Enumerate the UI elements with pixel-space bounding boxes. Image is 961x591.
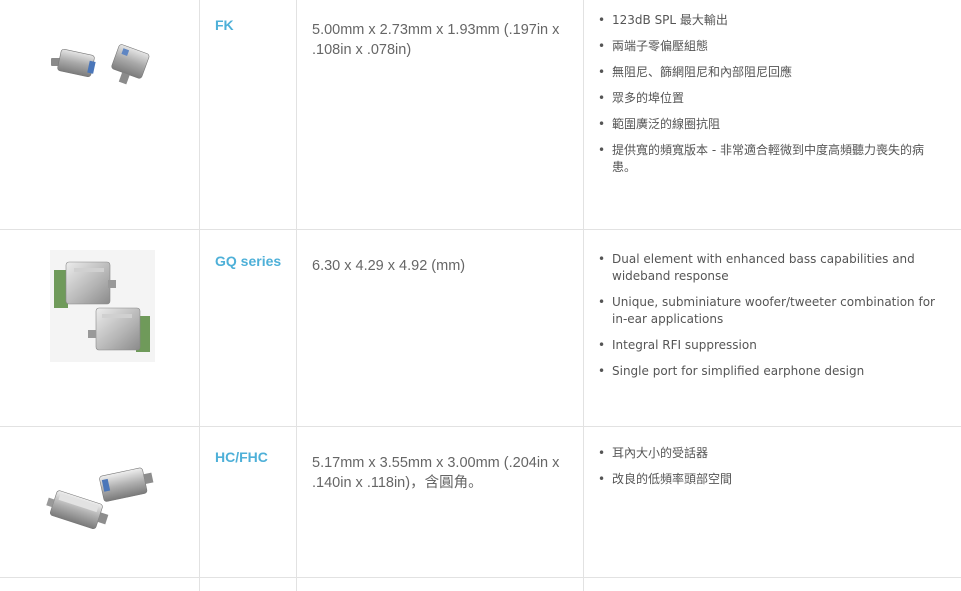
- list-item: • Single port for simplified earphone des…: [597, 363, 942, 380]
- feature-text: 無阻尼、篩網阻尼和內部阻尼回應: [612, 65, 793, 79]
- feature-text: 兩端子零偏壓組態: [612, 39, 709, 53]
- list-item: • 無阻尼、篩網阻尼和內部阻尼回應: [597, 64, 942, 81]
- model-name: HC/FHC: [215, 449, 268, 465]
- column-divider: [583, 578, 584, 591]
- product-table: FK 5.00mm x 2.73mm x 1.93mm (.197in x .1…: [0, 0, 961, 591]
- dimensions-text: 5.17mm x 3.55mm x 3.00mm (.204in x .140i…: [312, 455, 560, 491]
- bullet: •: [598, 252, 606, 266]
- feature-text: Single port for simplified earphone desi…: [612, 364, 865, 378]
- dimensions-text: 5.00mm x 2.73mm x 1.93mm (.197in x .108i…: [312, 22, 560, 58]
- bullet: •: [598, 91, 606, 105]
- feature-text: 眾多的埠位置: [612, 91, 685, 105]
- list-item: • 兩端子零偏壓組態: [597, 38, 942, 55]
- feature-list: • 耳內大小的受話器 • 改良的低頻率頭部空間: [597, 445, 942, 497]
- product-image-gq: [0, 230, 199, 426]
- table-row: GQ series 6.30 x 4.29 x 4.92 (mm) • Dual …: [0, 230, 961, 427]
- feature-text: Integral RFI suppression: [612, 338, 757, 352]
- feature-text: 耳內大小的受話器: [612, 446, 709, 460]
- list-item: • 改良的低頻率頭部空間: [597, 471, 942, 488]
- bullet: •: [598, 65, 606, 79]
- column-divider: [296, 0, 297, 229]
- list-item: • Integral RFI suppression: [597, 337, 942, 354]
- list-item: • Dual element with enhanced bass capabil…: [597, 251, 942, 285]
- feature-text: 範圍廣泛的線圈抗阻: [612, 117, 721, 131]
- list-item: • 提供寬的頻寬版本 - 非常適合輕微到中度高頻聽力喪失的病患。: [597, 142, 942, 176]
- bullet: •: [598, 39, 606, 53]
- bullet: •: [598, 446, 606, 460]
- bullet: •: [598, 338, 606, 352]
- model-name: FK: [215, 17, 234, 33]
- column-divider: [296, 578, 297, 591]
- list-item: • 範圍廣泛的線圈抗阻: [597, 116, 942, 133]
- bullet: •: [598, 472, 606, 486]
- column-divider: [296, 427, 297, 577]
- bullet: •: [598, 117, 606, 131]
- feature-text: Dual element with enhanced bass capabili…: [612, 252, 915, 283]
- feature-text: Unique, subminiature woofer/tweeter comb…: [612, 295, 935, 326]
- column-divider: [583, 427, 584, 577]
- feature-text: 123dB SPL 最大輸出: [612, 13, 728, 27]
- dimensions-text: 6.30 x 4.29 x 4.92 (mm): [312, 258, 466, 274]
- product-image-fk: [0, 0, 199, 229]
- feature-list: • 123dB SPL 最大輸出 • 兩端子零偏壓組態 • 無阻尼、篩網阻尼和內部阻尼…: [597, 12, 942, 185]
- bullet: •: [598, 364, 606, 378]
- product-image-hc: [0, 427, 199, 577]
- column-divider: [199, 578, 200, 591]
- column-divider: [199, 230, 200, 426]
- list-item: • 123dB SPL 最大輸出: [597, 12, 942, 29]
- feature-text: 提供寬的頻寬版本 - 非常適合輕微到中度高頻聽力喪失的病患。: [612, 143, 924, 174]
- list-item: • 眾多的埠位置: [597, 90, 942, 107]
- list-item: • 耳內大小的受話器: [597, 445, 942, 462]
- feature-text: 改良的低頻率頭部空間: [612, 472, 733, 486]
- column-divider: [583, 230, 584, 426]
- model-name: GQ series: [215, 253, 282, 269]
- bullet: •: [598, 13, 606, 27]
- table-row: [0, 578, 961, 591]
- column-divider: [199, 427, 200, 577]
- feature-list: • Dual element with enhanced bass capabil…: [597, 251, 942, 389]
- column-divider: [199, 0, 200, 229]
- column-divider: [583, 0, 584, 229]
- bullet: •: [598, 143, 606, 157]
- list-item: • Unique, subminiature woofer/tweeter co…: [597, 294, 942, 328]
- column-divider: [296, 230, 297, 426]
- bullet: •: [598, 295, 606, 309]
- table-row: HC/FHC 5.17mm x 3.55mm x 3.00mm (.204in …: [0, 427, 961, 578]
- table-row: FK 5.00mm x 2.73mm x 1.93mm (.197in x .1…: [0, 0, 961, 230]
